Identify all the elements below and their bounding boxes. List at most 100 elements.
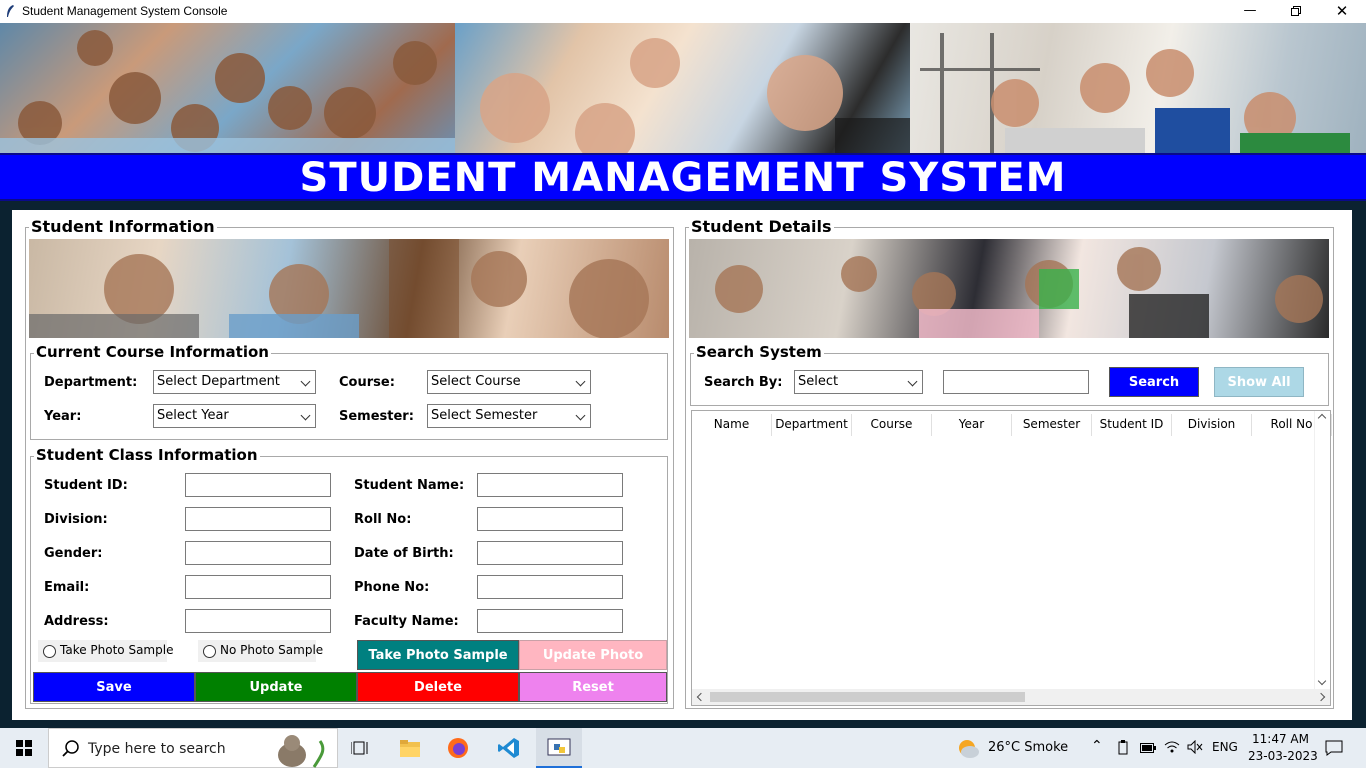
student-details-photo [689,239,1329,338]
student-table[interactable]: Name Department Course Year Semester Student … [691,410,1332,706]
student-name-field[interactable] [477,473,623,497]
file-explorer-icon[interactable] [399,738,421,758]
email-field[interactable] [185,575,331,599]
year-select-value: Select Year [157,408,229,423]
chevron-up-icon[interactable] [1317,413,1327,423]
firefox-icon[interactable] [447,737,469,759]
radio-circle-icon [203,645,216,658]
search-input[interactable] [943,370,1089,394]
save-button[interactable]: Save [33,672,195,702]
course-info-title: Current Course Information [34,343,271,361]
restore-icon[interactable] [1273,0,1319,23]
search-button[interactable]: Search [1109,367,1199,397]
roll-no-label: Roll No: [354,512,412,527]
gender-field[interactable] [185,541,331,565]
clock-date[interactable]: 23-03-2023 [1248,749,1318,763]
chevron-up-icon[interactable]: ⌃ [1091,738,1103,754]
app-heading-bar: STUDENT MANAGEMENT SYSTEM [0,153,1366,201]
main-panel: Student Information Current Course Infor… [12,210,1352,720]
table-column-header[interactable]: Semester [1012,414,1092,436]
app-heading: STUDENT MANAGEMENT SYSTEM [299,155,1067,201]
usb-device-icon[interactable] [1116,740,1130,756]
faculty-field[interactable] [477,609,623,633]
wifi-icon[interactable] [1164,740,1180,754]
banner-photo-students-1 [0,23,455,153]
banner-photo-students-2 [455,23,910,153]
year-select[interactable]: Select Year [153,404,316,428]
dob-label: Date of Birth: [354,546,454,561]
search-system-title: Search System [694,343,824,361]
minimize-icon[interactable]: — [1227,0,1273,23]
address-label: Address: [44,614,109,629]
chevron-down-icon [300,376,311,387]
radio-circle-icon [43,645,56,658]
window-title: Student Management System Console [22,4,228,18]
table-column-header[interactable]: Name [692,414,772,436]
table-column-header[interactable]: Year [932,414,1012,436]
table-column-header[interactable]: Course [852,414,932,436]
show-all-button[interactable]: Show All [1214,367,1304,397]
department-select[interactable]: Select Department [153,370,316,394]
chevron-right-icon[interactable] [1316,692,1326,702]
division-field[interactable] [185,507,331,531]
chevron-down-icon [907,376,918,387]
email-label: Email: [44,580,90,595]
student-info-photo [29,239,669,338]
course-select-value: Select Course [431,374,521,389]
take-photo-radio[interactable]: Take Photo Sample [38,640,173,662]
department-label: Department: [44,375,138,390]
faculty-label: Faculty Name: [354,614,459,629]
student-id-field[interactable] [185,473,331,497]
chevron-left-icon[interactable] [696,692,706,702]
notifications-icon[interactable] [1325,740,1343,756]
clock-time[interactable]: 11:47 AM [1252,732,1309,746]
language-indicator[interactable]: ENG [1212,740,1238,754]
task-view-icon[interactable] [351,740,369,756]
taskbar-search-placeholder: Type here to search [88,741,226,757]
update-button[interactable]: Update [195,672,357,702]
banner-photo-students-3 [910,23,1366,153]
table-column-header[interactable]: Division [1172,414,1252,436]
python-app-icon [547,738,571,756]
table-column-header[interactable]: Department [772,414,852,436]
taskbar-python-app[interactable] [536,728,582,768]
volume-muted-icon[interactable] [1187,740,1203,754]
take-photo-button[interactable]: Take Photo Sample [357,640,519,670]
weather-icon[interactable] [956,736,980,760]
department-select-value: Select Department [157,374,280,389]
header-banner [0,23,1366,153]
chevron-down-icon [575,376,586,387]
class-info-title: Student Class Information [34,446,260,464]
weather-text[interactable]: 26°C Smoke [988,740,1068,755]
course-select[interactable]: Select Course [427,370,591,394]
feather-icon [7,5,14,17]
horizontal-scrollbar[interactable] [692,689,1330,705]
search-by-select[interactable]: Select [794,370,923,394]
phone-field[interactable] [477,575,623,599]
vertical-scrollbar[interactable] [1314,411,1330,690]
search-by-label: Search By: [704,375,783,390]
delete-button[interactable]: Delete [357,672,519,702]
scrollbar-thumb[interactable] [710,692,1025,702]
take-photo-radio-label: Take Photo Sample [60,643,174,657]
windows-start-icon[interactable] [16,740,32,756]
reset-button[interactable]: Reset [519,672,667,702]
address-field[interactable] [185,609,331,633]
chevron-down-icon[interactable] [1317,676,1327,686]
close-icon[interactable]: ✕ [1319,0,1365,23]
semester-select[interactable]: Select Semester [427,404,591,428]
search-by-select-value: Select [798,374,839,389]
student-details-title: Student Details [689,217,834,236]
student-id-label: Student ID: [44,478,128,493]
roll-no-field[interactable] [477,507,623,531]
no-photo-radio[interactable]: No Photo Sample [198,640,323,662]
semester-select-value: Select Semester [431,408,538,423]
taskbar-search-box[interactable]: Type here to search [48,728,338,768]
chevron-down-icon [575,410,586,421]
table-column-header[interactable]: Student ID [1092,414,1172,436]
update-photo-button[interactable]: Update Photo [519,640,667,670]
dob-field[interactable] [477,541,623,565]
battery-icon[interactable] [1140,742,1156,754]
vscode-icon[interactable] [497,736,521,760]
student-info-title: Student Information [29,217,217,236]
